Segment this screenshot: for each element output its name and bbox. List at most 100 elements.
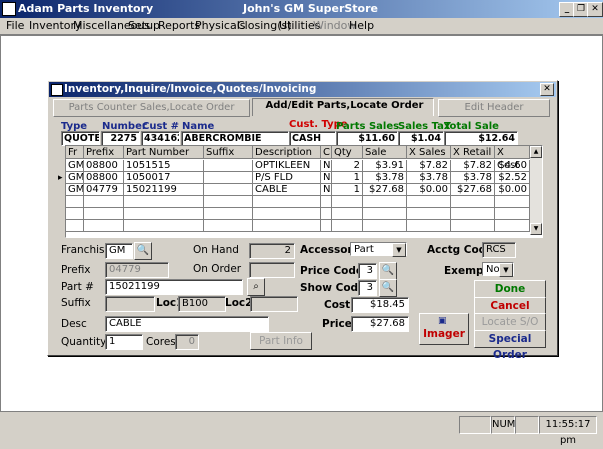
- grid-cell[interactable]: 1: [332, 172, 363, 184]
- tab-add-edit-parts[interactable]: Add/Edit Parts,Locate Order: [252, 98, 434, 116]
- grid-cell[interactable]: 1050017: [124, 172, 204, 184]
- grid-cell[interactable]: [66, 208, 84, 220]
- grid-cell[interactable]: [84, 220, 124, 232]
- grid-cell[interactable]: [204, 172, 253, 184]
- exempt-select[interactable]: No ▼: [482, 262, 514, 277]
- grid-cell[interactable]: OPTIKLEEN: [253, 160, 321, 172]
- grid-cell[interactable]: $0.00: [407, 184, 451, 196]
- grid-cell[interactable]: [204, 184, 253, 196]
- grid-cell[interactable]: [321, 196, 332, 208]
- grid-cell[interactable]: [204, 196, 253, 208]
- grid-cell[interactable]: [124, 208, 204, 220]
- grid-cell[interactable]: $3.78: [407, 172, 451, 184]
- part-number-input[interactable]: 15021199: [105, 279, 243, 295]
- grid-cell[interactable]: [407, 220, 451, 232]
- grid-cell[interactable]: [363, 208, 407, 220]
- grid-cell[interactable]: [321, 208, 332, 220]
- grid-header-suffix[interactable]: Suffix: [204, 146, 253, 159]
- grid-cell[interactable]: [495, 196, 530, 208]
- done-button[interactable]: Done: [474, 280, 546, 298]
- franchise-input[interactable]: GM: [105, 243, 133, 259]
- grid-cell[interactable]: GM: [66, 160, 84, 172]
- grid-scrollbar[interactable]: ▲ ▼: [530, 146, 542, 235]
- grid-cell[interactable]: [253, 196, 321, 208]
- grid-header-xsales[interactable]: X Sales: [407, 146, 451, 159]
- grid-cell[interactable]: [363, 196, 407, 208]
- grid-header-prefix[interactable]: Prefix: [84, 146, 124, 159]
- grid-cell[interactable]: N: [321, 172, 332, 184]
- grid-cell[interactable]: [124, 196, 204, 208]
- showcode-search-icon[interactable]: 🔍: [379, 279, 397, 297]
- special-order-button[interactable]: Special Order: [474, 330, 546, 361]
- grid-cell[interactable]: [495, 208, 530, 220]
- close-icon[interactable]: ✕: [587, 2, 603, 17]
- grid-header-partnumber[interactable]: Part Number: [124, 146, 204, 159]
- grid-cell[interactable]: $7.82: [451, 160, 495, 172]
- grid-cell[interactable]: 15021199: [124, 184, 204, 196]
- grid-cell[interactable]: N: [321, 184, 332, 196]
- grid-cell[interactable]: $0.00: [495, 184, 530, 196]
- grid-cell[interactable]: [66, 220, 84, 232]
- grid-header-description[interactable]: Description: [253, 146, 321, 159]
- grid-cell[interactable]: [253, 208, 321, 220]
- grid-cell[interactable]: [204, 208, 253, 220]
- quantity-input[interactable]: 1: [105, 334, 143, 350]
- grid-cell[interactable]: 04779: [84, 184, 124, 196]
- grid-cell[interactable]: 1: [332, 184, 363, 196]
- grid-header-c[interactable]: C: [321, 146, 332, 159]
- tab-parts-counter[interactable]: Parts Counter Sales,Locate Order: [53, 99, 250, 117]
- grid-cell[interactable]: $7.82: [407, 160, 451, 172]
- menu-setup[interactable]: Setup: [128, 19, 160, 32]
- dialog-close-icon[interactable]: ✕: [540, 83, 554, 96]
- menu-file[interactable]: File: [6, 19, 24, 32]
- grid-cell[interactable]: [451, 208, 495, 220]
- cost-input[interactable]: $18.45: [351, 297, 409, 313]
- custtype-field[interactable]: CASH: [289, 131, 336, 146]
- grid-cell[interactable]: [451, 196, 495, 208]
- grid-cell[interactable]: [253, 220, 321, 232]
- grid-header-xretail[interactable]: X Retail: [451, 146, 495, 159]
- grid-cell[interactable]: [451, 220, 495, 232]
- scroll-down-icon[interactable]: ▼: [530, 223, 542, 235]
- grid-cell[interactable]: 08800: [84, 172, 124, 184]
- grid-cell[interactable]: [332, 196, 363, 208]
- binoculars-icon[interactable]: ⌕: [247, 278, 265, 296]
- grid-header-qty[interactable]: Qty: [332, 146, 363, 159]
- grid-cell[interactable]: CABLE: [253, 184, 321, 196]
- grid-cell[interactable]: $3.91: [363, 160, 407, 172]
- name-field[interactable]: ABERCROMBIE: [181, 131, 289, 146]
- desc-input[interactable]: CABLE: [105, 316, 269, 332]
- grid-cell[interactable]: [66, 196, 84, 208]
- grid-cell[interactable]: $4.60: [495, 160, 530, 172]
- grid-cell[interactable]: 08800: [84, 160, 124, 172]
- grid-cell[interactable]: [407, 208, 451, 220]
- grid-cell[interactable]: $27.68: [363, 184, 407, 196]
- grid-cell[interactable]: [321, 220, 332, 232]
- grid-cell[interactable]: [84, 196, 124, 208]
- grid-header-xcost[interactable]: X Cost: [495, 146, 530, 171]
- parts-grid[interactable]: Fr Prefix Part Number Suffix Description…: [65, 145, 543, 238]
- grid-cell[interactable]: [124, 220, 204, 232]
- grid-cell[interactable]: [363, 220, 407, 232]
- grid-cell[interactable]: [84, 208, 124, 220]
- type-field[interactable]: QUOTE: [61, 131, 100, 146]
- grid-cell[interactable]: $3.78: [363, 172, 407, 184]
- pricecode-input[interactable]: 3: [358, 263, 377, 279]
- dropdown-arrow-icon[interactable]: ▼: [392, 243, 406, 257]
- grid-cell[interactable]: $3.78: [451, 172, 495, 184]
- franchise-search-icon[interactable]: 🔍: [134, 242, 152, 260]
- imager-button[interactable]: ▣ Imager: [419, 313, 469, 345]
- accessory-select[interactable]: Part ▼: [350, 242, 407, 257]
- grid-cell[interactable]: [332, 220, 363, 232]
- grid-cell[interactable]: [332, 208, 363, 220]
- menu-help[interactable]: Help: [349, 19, 374, 32]
- grid-cell[interactable]: [204, 220, 253, 232]
- grid-cell[interactable]: N: [321, 160, 332, 172]
- grid-cell[interactable]: 1051515: [124, 160, 204, 172]
- grid-cell[interactable]: $27.68: [451, 184, 495, 196]
- grid-header-sale[interactable]: Sale: [363, 146, 407, 159]
- grid-cell[interactable]: GM: [66, 184, 84, 196]
- grid-cell[interactable]: $2.52: [495, 172, 530, 184]
- grid-cell[interactable]: [495, 220, 530, 232]
- cust-field[interactable]: 434162: [141, 131, 180, 146]
